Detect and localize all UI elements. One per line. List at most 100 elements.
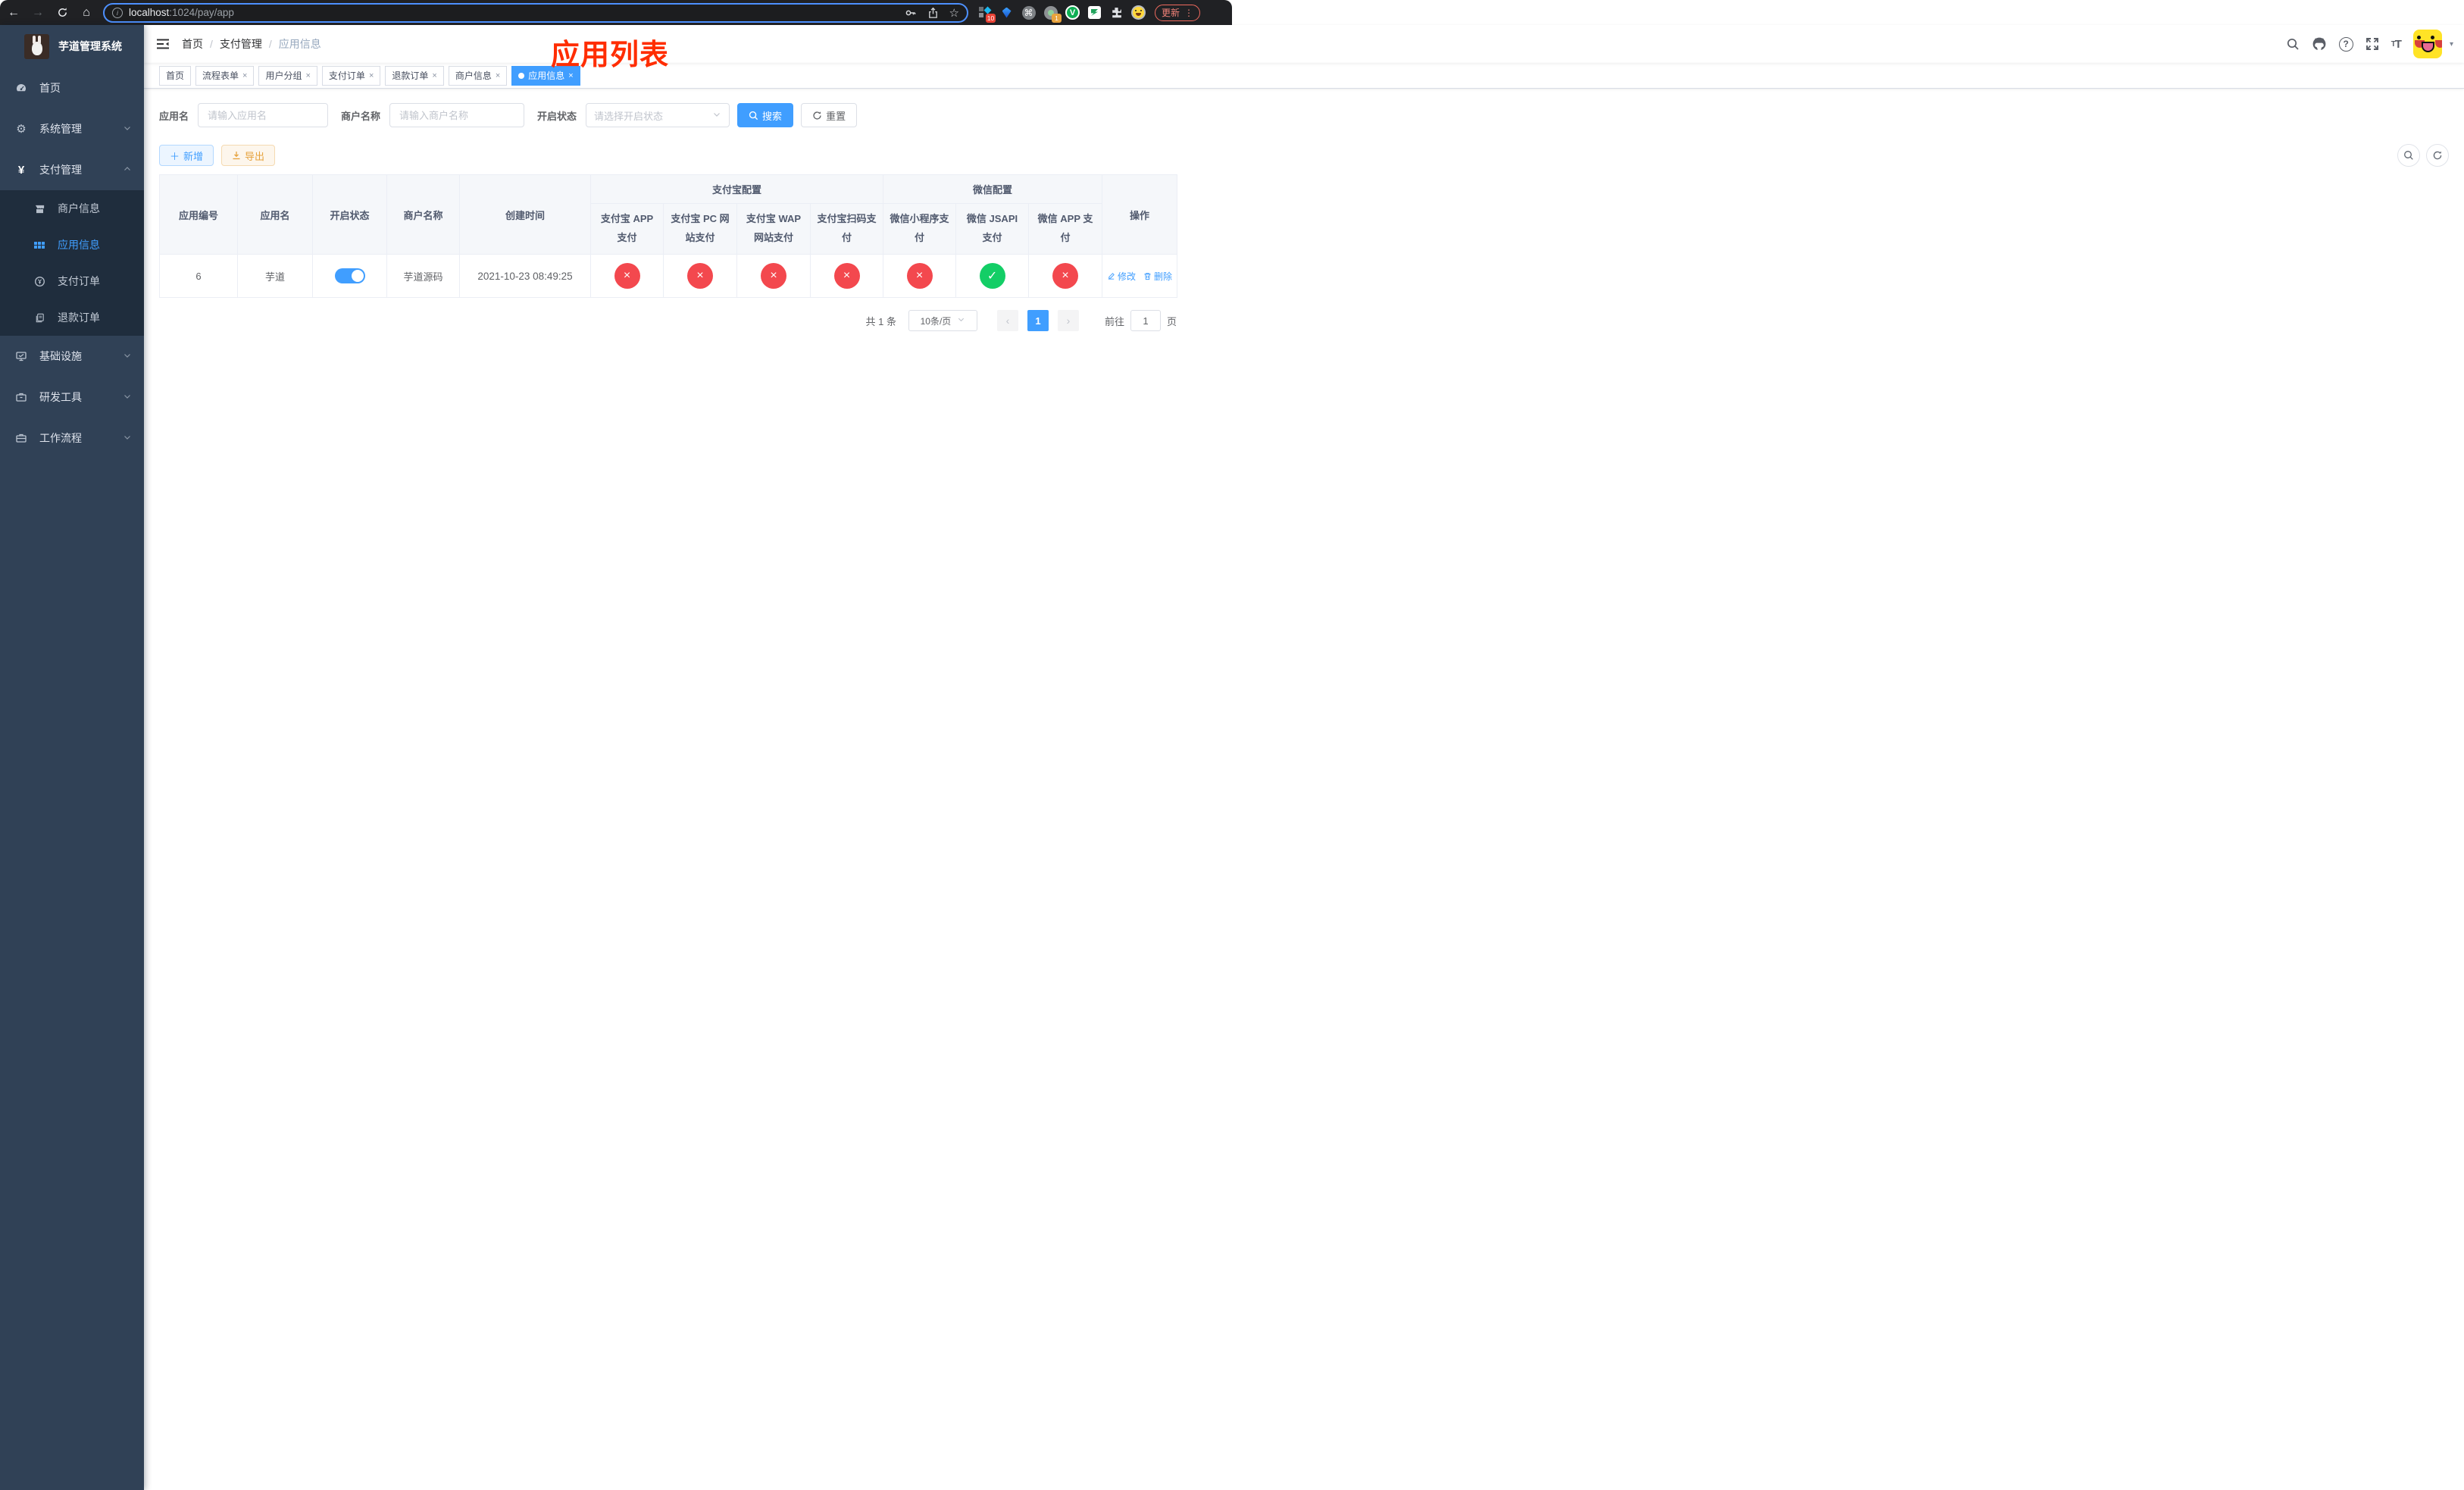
close-tab-icon[interactable]: × <box>369 71 374 80</box>
pay-status-icon: × <box>614 263 640 289</box>
show-search-toggle-button[interactable] <box>2397 144 2420 167</box>
plus-icon: ＋ <box>170 150 180 162</box>
breadcrumb: 首页 / 支付管理 / 应用信息 <box>182 36 321 52</box>
browser-toolbar: ← → ⌂ i localhost:1024/pay/app ☆ 10 ⌘ 1 … <box>0 0 1232 25</box>
add-button[interactable]: ＋ 新增 <box>159 145 214 166</box>
close-tab-icon[interactable]: × <box>432 71 436 80</box>
sidebar-item-pay[interactable]: ¥ 支付管理 <box>0 149 144 190</box>
reset-button[interactable]: 重置 <box>801 103 858 127</box>
page-size-select[interactable]: 10条/页 <box>908 310 977 331</box>
header-search-icon[interactable] <box>2286 37 2300 51</box>
next-page-button[interactable]: › <box>1057 310 1079 331</box>
sidebar-item-app-info[interactable]: 应用信息 <box>0 227 144 263</box>
extension-metrics-icon[interactable]: 10 <box>977 5 996 23</box>
sidebar-item-workflow[interactable]: 工作流程 <box>0 418 144 459</box>
sidebar-item-home[interactable]: 首页 <box>0 67 144 108</box>
table-toolbar: ＋ 新增 导出 <box>159 144 2449 167</box>
logo-avatar <box>24 33 49 59</box>
url-text: localhost:1024/pay/app <box>129 7 234 18</box>
fullscreen-icon[interactable] <box>2366 37 2379 51</box>
top-navbar: 首页 / 支付管理 / 应用信息 ? TT ▾ <box>144 25 2464 63</box>
cell-merchant-name: 芋道源码 <box>386 254 460 298</box>
password-key-icon[interactable] <box>905 7 917 19</box>
extension-command-icon[interactable]: ⌘ <box>1021 5 1036 20</box>
select-placeholder: 请选择开启状态 <box>594 110 664 122</box>
merchant-name-input[interactable] <box>389 103 525 127</box>
share-icon[interactable] <box>927 7 939 19</box>
bookmark-star-icon[interactable]: ☆ <box>949 6 959 20</box>
app-name-label: 应用名 <box>159 110 189 122</box>
tag-pay-order[interactable]: 支付订单 × <box>321 65 381 86</box>
delete-link[interactable]: 删除 <box>1143 270 1172 283</box>
extension-v-icon[interactable]: V <box>1065 5 1080 20</box>
col-header-wechat-jsapi: 微信 JSAPI 支付 <box>955 203 1030 255</box>
breadcrumb-home[interactable]: 首页 <box>182 36 203 52</box>
pay-status-icon: × <box>1052 263 1079 289</box>
goto-page-input[interactable] <box>1130 310 1161 331</box>
page-number-1[interactable]: 1 <box>1027 310 1049 331</box>
avatar-caret-icon[interactable]: ▾ <box>2450 40 2453 49</box>
url-path: :1024/pay/app <box>169 7 234 18</box>
tag-merchant-info[interactable]: 商户信息 × <box>448 65 508 86</box>
briefcase-icon <box>15 432 27 444</box>
sidebar-item-refund-order[interactable]: 退款订单 <box>0 299 144 336</box>
pay-status-icon: × <box>833 263 860 289</box>
open-status-toggle[interactable] <box>334 268 365 283</box>
sidebar-item-label: 应用信息 <box>58 239 100 251</box>
sidebar: 芋道管理系统 首页 ⚙ 系统管理 ¥ 支付管理 商户信息 应用信息 支付订单 退… <box>0 25 144 1490</box>
col-header-alipay-app: 支付宝 APP 支付 <box>590 203 664 255</box>
sidebar-item-system[interactable]: ⚙ 系统管理 <box>0 108 144 149</box>
open-status-select[interactable]: 请选择开启状态 <box>586 103 730 127</box>
prev-page-button[interactable]: ‹ <box>996 310 1018 331</box>
edit-link[interactable]: 修改 <box>1107 270 1136 283</box>
tag-process-form[interactable]: 流程表单 × <box>195 65 255 86</box>
col-group-alipay: 支付宝配置 <box>589 174 884 204</box>
github-icon[interactable] <box>2312 36 2327 52</box>
search-button[interactable]: 搜索 <box>737 103 794 127</box>
breadcrumb-pay[interactable]: 支付管理 <box>220 36 262 52</box>
breadcrumb-current: 应用信息 <box>278 38 321 50</box>
font-size-icon[interactable]: TT <box>2391 38 2402 51</box>
reload-icon[interactable] <box>52 4 73 22</box>
extension-green-logo-icon[interactable] <box>1087 5 1102 20</box>
app-name-input[interactable] <box>198 103 329 127</box>
sidebar-logo[interactable]: 芋道管理系统 <box>0 25 144 67</box>
documents-icon <box>33 311 45 324</box>
close-tab-icon[interactable]: × <box>242 71 247 80</box>
col-header-app-name: 应用名 <box>237 174 313 255</box>
tag-home[interactable]: 首页 <box>159 65 192 86</box>
sidebar-item-label: 支付管理 <box>39 164 82 176</box>
extensions-puzzle-icon[interactable] <box>1109 5 1124 20</box>
back-icon[interactable]: ← <box>3 4 24 22</box>
sidebar-item-pay-order[interactable]: 支付订单 <box>0 263 144 299</box>
close-tab-icon[interactable]: × <box>305 71 310 80</box>
sidebar-item-label: 研发工具 <box>39 391 82 403</box>
refresh-table-button[interactable] <box>2426 144 2449 167</box>
user-avatar[interactable] <box>2412 30 2442 58</box>
cell-wechat-mini-status: × <box>883 254 957 298</box>
forward-icon[interactable]: → <box>27 4 48 22</box>
sidebar-collapse-icon[interactable] <box>156 38 170 50</box>
tag-user-group[interactable]: 用户分组 × <box>258 65 317 86</box>
col-header-alipay-wap: 支付宝 WAP 网站支付 <box>736 203 811 255</box>
sidebar-item-dev-tools[interactable]: 研发工具 <box>0 377 144 418</box>
extension-gem-icon[interactable] <box>999 5 1014 20</box>
sidebar-item-merchant-info[interactable]: 商户信息 <box>0 190 144 227</box>
gear-icon: ⚙ <box>16 123 27 136</box>
close-tab-icon[interactable]: × <box>496 71 500 80</box>
export-button[interactable]: 导出 <box>221 145 276 166</box>
tag-refund-order[interactable]: 退款订单 × <box>385 65 444 86</box>
cell-actions: 修改 删除 <box>1102 254 1178 298</box>
goto-label: 前往 <box>1104 315 1124 327</box>
chevron-down-icon <box>123 391 132 403</box>
chrome-update-button[interactable]: 更新 ⋮ <box>1155 4 1201 21</box>
site-info-icon[interactable]: i <box>112 7 123 18</box>
extension-recorder-icon[interactable]: 1 <box>1043 5 1062 23</box>
chrome-menu-kebab-icon[interactable]: ⋮ <box>1184 8 1193 18</box>
home-icon[interactable]: ⌂ <box>76 4 97 22</box>
url-bar[interactable]: i localhost:1024/pay/app ☆ <box>103 2 968 23</box>
col-header-app-id: 应用编号 <box>159 174 238 255</box>
extension-emoji-avatar[interactable] <box>1131 5 1146 20</box>
help-icon[interactable]: ? <box>2338 36 2353 52</box>
sidebar-item-infra[interactable]: 基础设施 <box>0 336 144 377</box>
